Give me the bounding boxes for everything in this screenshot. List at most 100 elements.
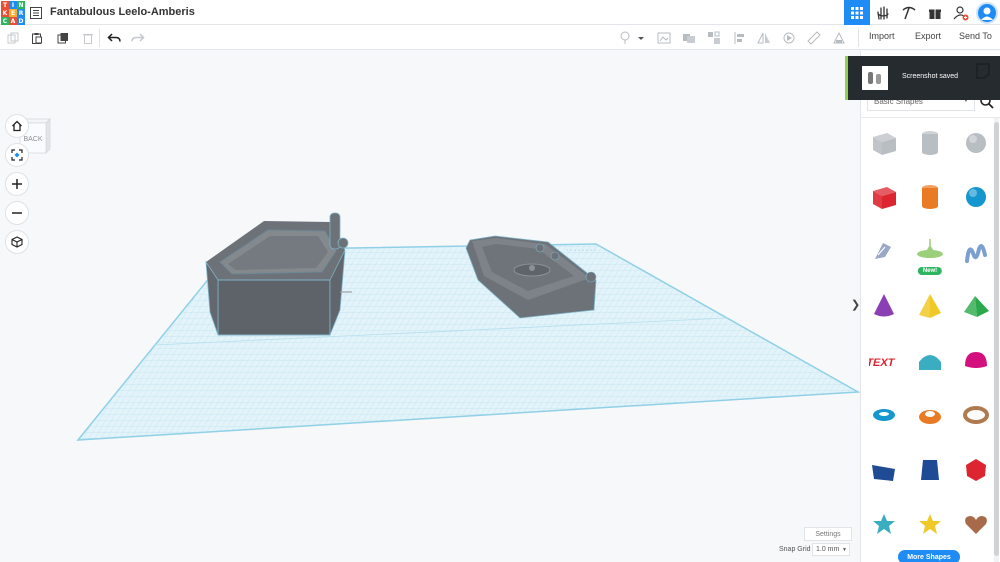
pyramid-icon	[915, 291, 945, 326]
snap-grid-select[interactable]: 1.0 mm ▼	[812, 543, 850, 556]
document-title[interactable]: Fantabulous Leelo-Amberis	[50, 6, 195, 18]
pickaxe-icon[interactable]	[896, 0, 922, 25]
shape-torus[interactable]	[861, 391, 907, 446]
shape-polygon[interactable]	[907, 445, 953, 500]
shape-cone[interactable]	[861, 282, 907, 337]
shape-heart[interactable]	[953, 500, 999, 555]
shape-icosahedron[interactable]	[953, 445, 999, 500]
design-menu-icon[interactable]	[30, 6, 42, 19]
panel-scrollbar[interactable]	[994, 118, 999, 562]
workplane-canvas[interactable]: BACK	[0, 51, 860, 562]
shape-grid: New! TEXT	[861, 118, 999, 554]
export-button[interactable]: Export	[915, 31, 941, 41]
view-cube-label: BACK	[23, 136, 42, 143]
notes-panel-icon[interactable]	[974, 62, 992, 80]
icosahedron-icon	[961, 455, 991, 490]
shape-text[interactable]: TEXT	[861, 336, 907, 391]
hand-wave-icon[interactable]	[870, 0, 896, 25]
group-icon[interactable]	[681, 30, 697, 46]
edit-toolbar: Import Export Send To	[0, 25, 1000, 50]
star-teal-icon	[869, 509, 899, 544]
text-icon: TEXT	[865, 346, 899, 381]
new-badge: New!	[917, 266, 943, 275]
home-icon	[12, 120, 22, 132]
duplicate-icon[interactable]	[55, 30, 71, 46]
settings-button[interactable]: Settings	[804, 527, 852, 541]
scene-svg	[76, 212, 860, 441]
copy-icon[interactable]	[5, 30, 21, 46]
shape-tube[interactable]	[907, 391, 953, 446]
logo-letter: C	[1, 17, 9, 25]
shape-cylinder[interactable]	[907, 173, 953, 228]
logo-letter: D	[17, 17, 25, 25]
shape-box-hole[interactable]	[861, 118, 907, 173]
star-yellow-icon	[915, 509, 945, 544]
wedge-icon	[869, 455, 899, 490]
shape-box[interactable]	[861, 173, 907, 228]
tinkercad-logo[interactable]: TINKERCAD	[1, 1, 25, 25]
cube-icon	[11, 236, 23, 248]
cylinder-hole-icon	[915, 128, 945, 163]
workplane-icon[interactable]	[781, 30, 797, 46]
redo-icon[interactable]	[130, 30, 146, 46]
shape-star-teal[interactable]	[861, 500, 907, 555]
panel-collapse-chevron-icon[interactable]: ❯	[851, 298, 860, 311]
scribble-icon	[869, 237, 899, 272]
import-button[interactable]: Import	[869, 31, 895, 41]
send-to-button[interactable]: Send To	[959, 31, 992, 41]
text-wave-icon	[961, 237, 991, 272]
scrollbar-thumb[interactable]	[994, 122, 999, 556]
perspective-button[interactable]	[5, 230, 29, 254]
user-avatar[interactable]	[976, 1, 998, 24]
sphere-hole-icon	[961, 128, 991, 163]
shape-half-sphere[interactable]	[953, 336, 999, 391]
ruler-icon[interactable]	[806, 30, 822, 46]
add-user-icon[interactable]	[948, 0, 974, 25]
shape-ring[interactable]	[953, 391, 999, 446]
paste-icon[interactable]	[29, 30, 45, 46]
box-icon	[869, 182, 899, 217]
shape-sphere-hole[interactable]	[953, 118, 999, 173]
fit-all-button[interactable]	[5, 143, 29, 167]
plus-icon	[12, 179, 22, 189]
gift-icon[interactable]	[922, 0, 948, 25]
light-bulb-icon[interactable]	[617, 30, 633, 46]
coffin-box-model[interactable]	[205, 212, 352, 336]
more-shapes-button[interactable]: More Shapes	[898, 550, 960, 562]
notes-icon[interactable]	[831, 30, 847, 46]
shape-half-cylinder[interactable]	[907, 336, 953, 391]
cone-icon	[869, 291, 899, 326]
screenshot-toast: Screenshot saved	[845, 56, 1000, 100]
mirror-icon[interactable]	[756, 30, 772, 46]
chevron-down-icon: ▼	[842, 546, 847, 553]
shape-pyramid[interactable]	[907, 282, 953, 337]
light-dropdown-icon[interactable]	[636, 30, 646, 46]
shape-roof[interactable]	[953, 282, 999, 337]
shape-cylinder-hole[interactable]	[907, 118, 953, 173]
logo-letter: E	[9, 9, 17, 17]
align-icon[interactable]	[732, 30, 748, 46]
toolbar-divider	[858, 29, 859, 47]
box-hole-icon	[869, 128, 899, 163]
roof-icon	[961, 291, 991, 326]
grid-view-icon[interactable]	[844, 0, 870, 25]
undo-icon[interactable]	[106, 30, 122, 46]
shape-pen-shape[interactable]: New!	[907, 227, 953, 282]
half-cylinder-icon	[915, 346, 945, 381]
screenshot-thumbnail[interactable]	[862, 66, 888, 90]
tube-icon	[915, 400, 945, 435]
shape-star-yellow[interactable]	[907, 500, 953, 555]
ungroup-icon[interactable]	[706, 30, 722, 46]
shape-sphere[interactable]	[953, 173, 999, 228]
home-view-button[interactable]	[5, 114, 29, 138]
shape-solid-icon[interactable]	[656, 30, 672, 46]
shape-text-wave[interactable]	[953, 227, 999, 282]
zoom-out-button[interactable]	[5, 201, 29, 225]
shape-wedge[interactable]	[861, 445, 907, 500]
workplane-grid[interactable]	[76, 243, 860, 441]
zoom-in-button[interactable]	[5, 172, 29, 196]
shape-scribble[interactable]	[861, 227, 907, 282]
logo-letter: K	[1, 9, 9, 17]
delete-icon[interactable]	[80, 30, 96, 46]
half-sphere-icon	[961, 346, 991, 381]
